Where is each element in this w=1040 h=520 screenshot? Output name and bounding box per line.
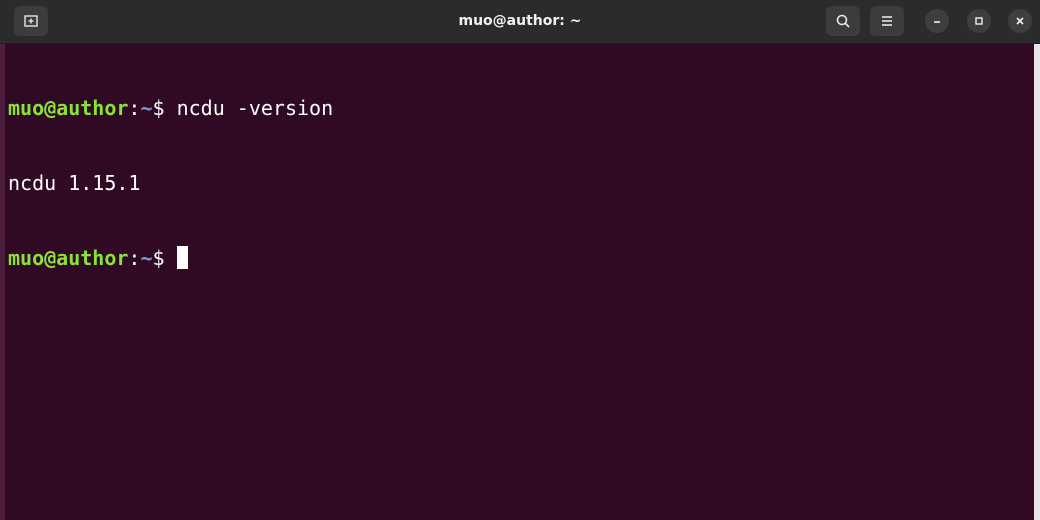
prompt-colon: : [128, 96, 141, 120]
window-left-edge [0, 44, 5, 520]
terminal-output-area[interactable]: muo@author:~$ ncdu -version ncdu 1.15.1 … [8, 46, 1030, 520]
prompt-path: ~ [140, 246, 153, 270]
search-button[interactable] [826, 6, 860, 36]
title-bar: muo@author: ~ [0, 0, 1040, 44]
terminal-line-prompt: muo@author:~$ ncdu -version [8, 96, 1030, 121]
maximize-button[interactable] [967, 9, 991, 33]
output-text: ncdu 1.15.1 [8, 171, 141, 195]
prompt-user-host: muo@author [8, 246, 129, 270]
minimize-button[interactable] [925, 9, 949, 33]
new-tab-button[interactable] [14, 6, 48, 36]
hamburger-menu-icon [882, 16, 892, 26]
menu-button[interactable] [870, 6, 904, 36]
new-tab-icon [24, 15, 38, 27]
prompt-user-host: muo@author [8, 96, 129, 120]
prompt-colon: : [128, 246, 141, 270]
terminal-window: muo@author: ~ muo@author:~$ ncdu -versio… [0, 0, 1040, 520]
maximize-icon [975, 17, 983, 25]
close-icon [1016, 17, 1024, 25]
close-button[interactable] [1008, 9, 1032, 33]
minimize-icon [934, 21, 940, 23]
command-text: ncdu -version [164, 96, 334, 120]
search-icon [836, 14, 850, 28]
scrollbar-track[interactable] [1034, 44, 1040, 520]
terminal-line-prompt: muo@author:~$ [8, 246, 1030, 271]
prompt-path: ~ [140, 96, 153, 120]
command-text [165, 246, 177, 270]
prompt-symbol: $ [152, 246, 165, 270]
prompt-symbol: $ [152, 96, 165, 120]
terminal-line-output: ncdu 1.15.1 [8, 171, 1030, 196]
text-cursor [176, 246, 188, 269]
